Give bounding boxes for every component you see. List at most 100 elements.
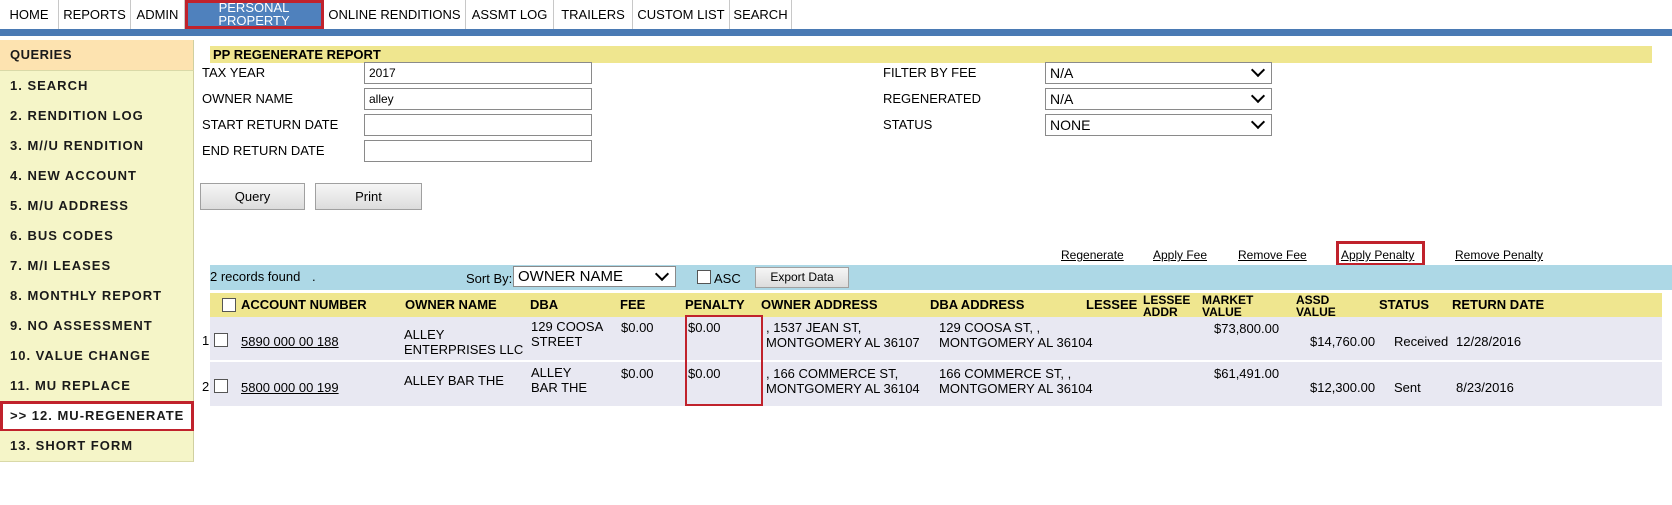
nav-tab-admin[interactable]: ADMIN xyxy=(131,0,185,29)
chevron-down-icon xyxy=(1250,62,1266,78)
print-button[interactable]: Print xyxy=(315,183,422,210)
assd-value-cell: $14,760.00 xyxy=(1310,334,1376,349)
sidebar-item-bus-codes[interactable]: 6. BUS CODES xyxy=(0,221,194,252)
penalty-column-highlight xyxy=(685,315,763,406)
fee-cell: $0.00 xyxy=(621,366,654,381)
dba-cell: 129 COOSA STREET xyxy=(531,319,603,349)
assd-value-cell: $12,300.00 xyxy=(1310,380,1376,395)
column-header-dba-address[interactable]: DBA ADDRESS xyxy=(930,293,1080,317)
nav-tab-search[interactable]: SEARCH xyxy=(730,0,792,29)
table-row: 2 5800 000 00 199 ALLEY BAR THE ALLEY BA… xyxy=(202,362,1662,408)
column-header-lessee[interactable]: LESSEE xyxy=(1086,293,1142,317)
export-data-button[interactable]: Export Data xyxy=(755,267,849,288)
nav-tab-reports[interactable]: REPORTS xyxy=(59,0,131,29)
apply-fee-link[interactable]: Apply Fee xyxy=(1153,248,1207,262)
account-number-link[interactable]: 5800 000 00 199 xyxy=(241,380,339,395)
sidebar-item-mi-leases[interactable]: 7. M/I LEASES xyxy=(0,251,194,282)
column-header-penalty[interactable]: PENALTY xyxy=(685,293,760,317)
nav-tab-assmt-log[interactable]: ASSMT LOG xyxy=(466,0,554,29)
column-header-account-number[interactable]: ACCOUNT NUMBER xyxy=(241,293,401,317)
filter-by-fee-select[interactable]: N/A xyxy=(1045,62,1272,84)
market-value-cell: $61,491.00 xyxy=(1214,366,1280,381)
market-value-cell: $73,800.00 xyxy=(1214,321,1280,336)
column-header-assd-value[interactable]: ASSD VALUE xyxy=(1296,293,1346,318)
nav-tab-custom-list[interactable]: CUSTOM LIST xyxy=(633,0,730,29)
regenerated-select[interactable]: N/A xyxy=(1045,88,1272,110)
query-button[interactable]: Query xyxy=(200,183,305,210)
sidebar-item-rendition-log[interactable]: 2. RENDITION LOG xyxy=(0,101,194,132)
column-header-owner-address[interactable]: OWNER ADDRESS xyxy=(761,293,926,317)
chevron-down-icon xyxy=(1250,114,1266,130)
chevron-down-icon xyxy=(1250,88,1266,104)
column-header-status[interactable]: STATUS xyxy=(1379,293,1449,317)
dba-address-cell: 129 COOSA ST, , MONTGOMERY AL 36104 xyxy=(939,320,1093,350)
end-return-date-input[interactable] xyxy=(364,140,592,162)
sidebar-item-mu-regenerate[interactable]: >> 12. MU-REGENERATE xyxy=(0,401,194,432)
sort-by-value: OWNER NAME xyxy=(518,268,623,285)
remove-fee-link[interactable]: Remove Fee xyxy=(1238,248,1307,262)
tax-year-label: TAX YEAR xyxy=(202,65,266,80)
asc-label: ASC xyxy=(714,271,741,286)
sidebar-item-value-change[interactable]: 10. VALUE CHANGE xyxy=(0,341,194,372)
status-value: NONE xyxy=(1050,117,1091,133)
row-checkbox[interactable] xyxy=(214,333,228,347)
dba-address-cell: 166 COMMERCE ST, , MONTGOMERY AL 36104 xyxy=(939,366,1093,396)
select-all-checkbox[interactable] xyxy=(222,298,236,312)
regenerate-link[interactable]: Regenerate xyxy=(1061,248,1124,262)
sidebar-header-queries: QUERIES xyxy=(0,40,194,71)
sidebar-item-no-assessment[interactable]: 9. NO ASSESSMENT xyxy=(0,311,194,342)
fee-cell: $0.00 xyxy=(621,320,654,335)
column-header-lessee-addr[interactable]: LESSEE ADDR xyxy=(1143,293,1195,318)
owner-name-cell: ALLEY BAR THE xyxy=(404,373,504,388)
row-checkbox[interactable] xyxy=(214,379,228,393)
column-header-fee[interactable]: FEE xyxy=(620,293,680,317)
nav-tab-home[interactable]: HOME xyxy=(0,0,59,29)
status-cell: Received xyxy=(1394,334,1449,349)
start-return-date-label: START RETURN DATE xyxy=(202,117,339,132)
results-toolbar: 2 records found . Sort By: OWNER NAME AS… xyxy=(210,265,1672,290)
sort-by-select[interactable]: OWNER NAME xyxy=(513,266,676,287)
dba-cell: ALLEY BAR THE xyxy=(531,365,588,395)
sidebar-item-mu-address[interactable]: 5. M/U ADDRESS xyxy=(0,191,194,222)
records-count-suffix: . xyxy=(311,269,316,284)
column-header-dba[interactable]: DBA xyxy=(530,293,610,317)
page-title: PP REGENERATE REPORT xyxy=(210,46,1652,63)
column-header-owner-name[interactable]: OWNER NAME xyxy=(405,293,525,317)
records-found-text: 2 records found . xyxy=(210,269,316,284)
owner-address-cell: , 166 COMMERCE ST, MONTGOMERY AL 36104 xyxy=(766,366,920,396)
nav-tab-personal-property[interactable]: PERSONAL PROPERTY xyxy=(185,0,324,29)
owner-address-cell: , 1537 JEAN ST, MONTGOMERY AL 36107 xyxy=(766,320,920,350)
table-header: ACCOUNT NUMBER OWNER NAME DBA FEE PENALT… xyxy=(210,293,1662,318)
filter-by-fee-label: FILTER BY FEE xyxy=(883,65,977,80)
sidebar-item-mu-replace[interactable]: 11. MU REPLACE xyxy=(0,371,194,402)
row-index: 1 xyxy=(202,333,210,348)
end-return-date-label: END RETURN DATE xyxy=(202,143,325,158)
account-number-link[interactable]: 5890 000 00 188 xyxy=(241,334,339,349)
sidebar-item-mu-rendition[interactable]: 3. M//U RENDITION xyxy=(0,131,194,162)
asc-checkbox[interactable] xyxy=(697,270,711,284)
sidebar-item-new-account[interactable]: 4. NEW ACCOUNT xyxy=(0,161,194,192)
status-cell: Sent xyxy=(1394,380,1421,395)
tax-year-input[interactable] xyxy=(364,62,592,84)
top-navigation: HOME REPORTS ADMIN PERSONAL PROPERTY ONL… xyxy=(0,0,1672,30)
remove-penalty-link[interactable]: Remove Penalty xyxy=(1455,248,1543,262)
start-return-date-input[interactable] xyxy=(364,114,592,136)
regenerated-label: REGENERATED xyxy=(883,91,981,106)
return-date-cell: 12/28/2016 xyxy=(1456,334,1522,349)
row-index: 2 xyxy=(202,379,210,394)
sort-by-label: Sort By: xyxy=(466,271,513,286)
sidebar-item-short-form[interactable]: 13. SHORT FORM xyxy=(0,431,194,462)
owner-name-cell: ALLEY ENTERPRISES LLC xyxy=(404,327,524,357)
owner-name-input[interactable] xyxy=(364,88,592,110)
chevron-down-icon xyxy=(654,266,670,282)
sidebar-item-search[interactable]: 1. SEARCH xyxy=(0,71,194,102)
sidebar: QUERIES 1. SEARCH 2. RENDITION LOG 3. M/… xyxy=(0,36,196,505)
records-count: 2 records found xyxy=(210,269,301,284)
nav-tab-trailers[interactable]: TRAILERS xyxy=(554,0,633,29)
status-label: STATUS xyxy=(883,117,933,132)
sidebar-item-monthly-report[interactable]: 8. MONTHLY REPORT xyxy=(0,281,194,312)
status-select[interactable]: NONE xyxy=(1045,114,1272,136)
column-header-return-date[interactable]: RETURN DATE xyxy=(1452,293,1562,317)
nav-tab-online-renditions[interactable]: ONLINE RENDITIONS xyxy=(324,0,466,29)
column-header-market-value[interactable]: MARKET VALUE xyxy=(1202,293,1262,318)
